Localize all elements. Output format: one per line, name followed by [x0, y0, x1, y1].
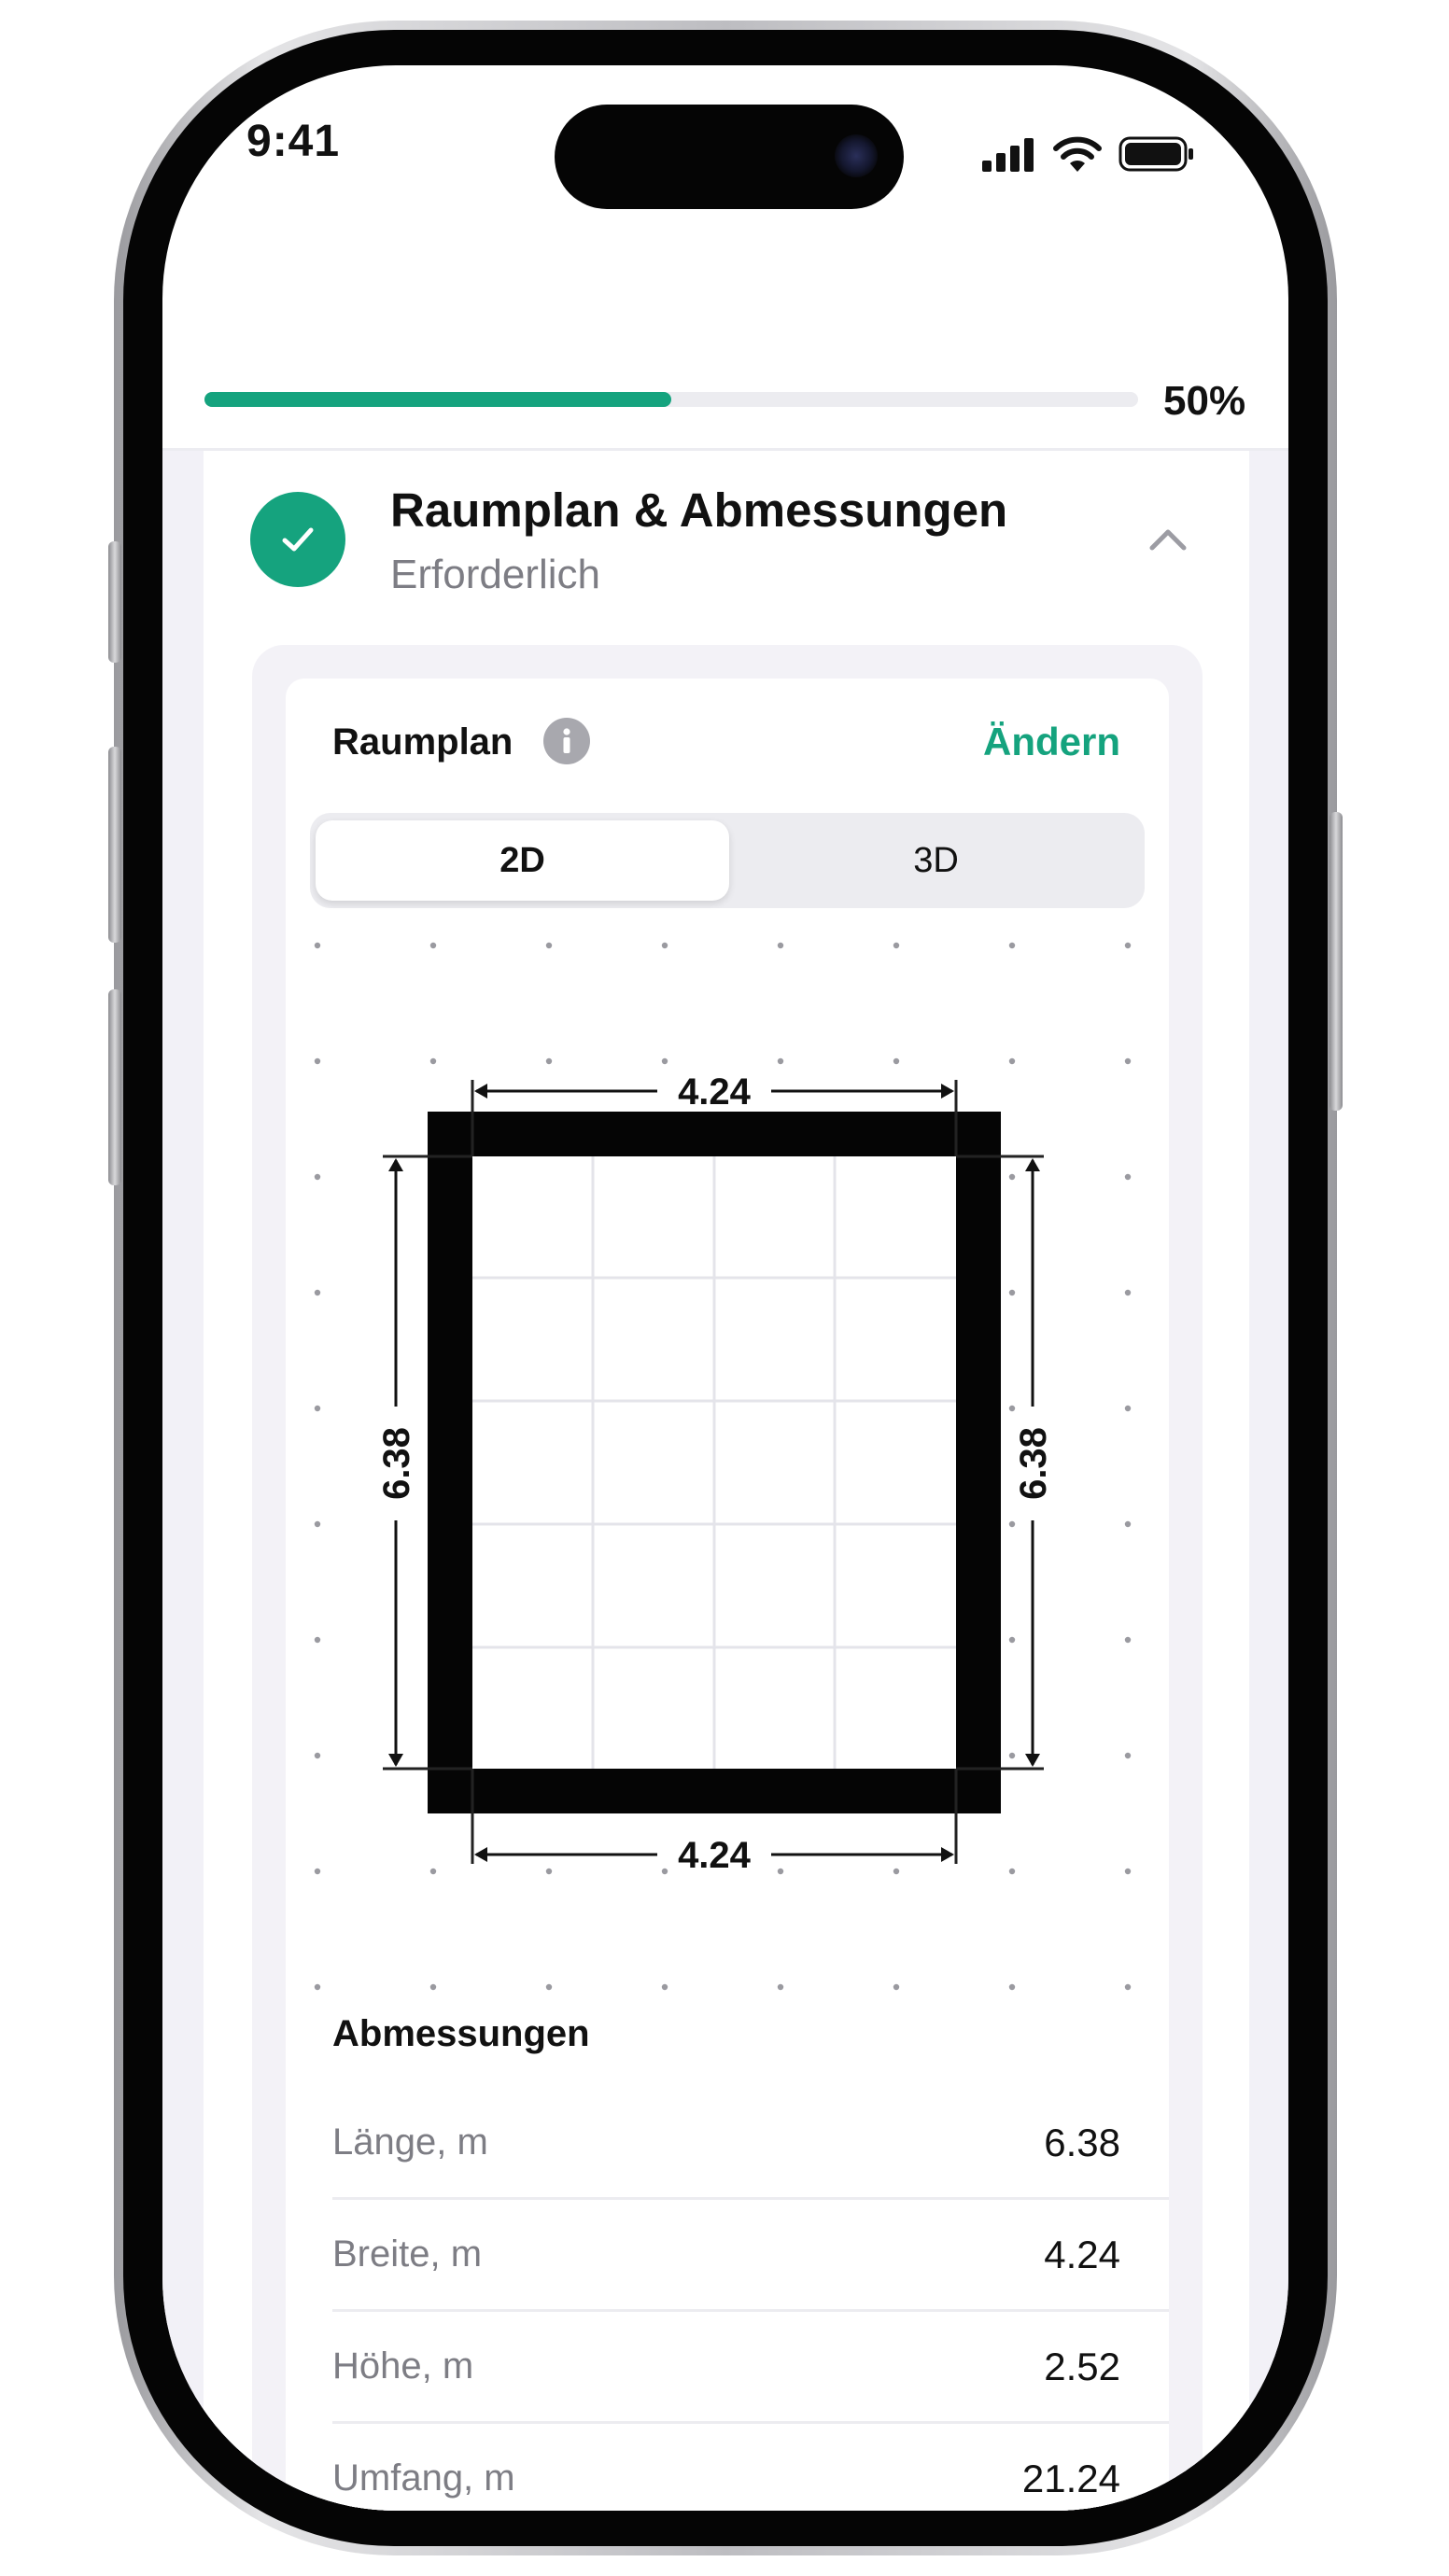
toggle-2d[interactable]: 2D: [316, 820, 729, 901]
grid-dot: [1124, 1057, 1132, 1065]
dimension-label: Länge, m: [332, 2121, 488, 2163]
dimensions-list: Länge, m 6.38 Breite, m 4.24 Höhe, m 2.5…: [332, 2088, 1169, 2511]
grid-dot: [429, 1868, 437, 1875]
grid-dot: [314, 1405, 321, 1412]
dimension-bottom-label: 4.24: [678, 1835, 752, 1876]
grid-dot: [545, 1057, 553, 1065]
plan-card: Raumplan Ändern 2D 3D 4.24 4.24 6.38 6.3…: [286, 679, 1169, 2511]
grid-dot: [1008, 1520, 1016, 1528]
check-icon: [250, 492, 345, 587]
dimension-value: 21.24: [1021, 2456, 1120, 2500]
grid-dot: [429, 1057, 437, 1065]
plan-label: Raumplan: [332, 721, 513, 763]
wifi-icon: [1053, 136, 1102, 172]
dimension-label: Breite, m: [332, 2233, 483, 2275]
volume-down-button: [108, 989, 121, 1185]
floorplan: 4.24 4.24 6.38 6.38: [314, 942, 1132, 1991]
grid-dot: [661, 1868, 668, 1875]
grid-dot: [314, 1520, 321, 1528]
grid-dot: [314, 1636, 321, 1644]
grid-dot: [429, 1983, 437, 1991]
grid-dot: [661, 1057, 668, 1065]
grid-dot: [1008, 1173, 1016, 1181]
grid-dot: [314, 942, 321, 949]
dimensions-title: Abmessungen: [332, 2013, 590, 2054]
grid-dot: [314, 1057, 321, 1065]
dimension-row-length: Länge, m 6.38: [332, 2088, 1169, 2200]
dimension-row-width: Breite, m 4.24: [332, 2200, 1169, 2312]
section-card: Raumplan & Abmessungen Erforderlich Raum…: [204, 451, 1249, 2511]
grid-dot: [777, 1983, 784, 1991]
progress-percent: 50%: [1163, 378, 1246, 424]
grid-dot: [1008, 1752, 1016, 1759]
grid-dot: [1008, 942, 1016, 949]
grid-dot: [545, 1983, 553, 1991]
grid-dot: [893, 942, 900, 949]
dynamic-island: [555, 105, 904, 209]
grid-dot: [1008, 1405, 1016, 1412]
grid-dot: [1124, 942, 1132, 949]
camera-icon: [835, 134, 878, 177]
grid-dot: [1008, 1868, 1016, 1875]
grid-dot: [661, 942, 668, 949]
grid-dot: [893, 1983, 900, 1991]
dimension-label: Höhe, m: [332, 2345, 474, 2387]
grid-dot: [1008, 1983, 1016, 1991]
chevron-up-icon[interactable]: [1147, 518, 1189, 561]
dimension-value: 4.24: [1044, 2232, 1120, 2276]
dimension-top-label: 4.24: [678, 1071, 752, 1113]
dimension-row-perimeter: Umfang, m 21.24: [332, 2424, 1169, 2511]
grid-dot: [1008, 1057, 1016, 1065]
status-time: 9:41: [246, 117, 341, 166]
dimension-label: Umfang, m: [332, 2457, 515, 2499]
change-link[interactable]: Ändern: [983, 720, 1120, 764]
grid-dot: [1124, 1173, 1132, 1181]
grid-dot: [1124, 1868, 1132, 1875]
grid-dot: [893, 1868, 900, 1875]
grid-dot: [661, 1983, 668, 1991]
grid-dot: [314, 1752, 321, 1759]
toggle-3d[interactable]: 3D: [729, 820, 1143, 901]
section-subtitle: Erforderlich: [390, 552, 600, 597]
view-toggle: 2D 3D: [310, 813, 1145, 908]
dimension-right-label: 6.38: [1013, 1427, 1054, 1500]
grid-dot: [1008, 1636, 1016, 1644]
phone-screen: 9:41 50% Raumplan & Abmessungen Erforder…: [162, 65, 1288, 2511]
status-icons: [982, 136, 1195, 172]
dimension-left-label: 6.38: [376, 1427, 417, 1500]
action-button: [108, 541, 121, 663]
grid-dot: [893, 1057, 900, 1065]
dimension-row-height: Höhe, m 2.52: [332, 2312, 1169, 2424]
progress-bar: [204, 392, 1138, 407]
grid-dot: [314, 1983, 321, 1991]
plan-card-wrapper: Raumplan Ändern 2D 3D 4.24 4.24 6.38 6.3…: [252, 645, 1203, 2511]
grid-dot: [1124, 1983, 1132, 1991]
battery-icon: [1118, 136, 1193, 172]
grid-dot: [429, 942, 437, 949]
grid-dot: [1124, 1289, 1132, 1296]
grid-dot: [1124, 1520, 1132, 1528]
grid-dot: [777, 1057, 784, 1065]
info-icon[interactable]: [543, 718, 590, 764]
dimension-value: 2.52: [1044, 2344, 1120, 2388]
grid-dot: [314, 1868, 321, 1875]
grid-dot: [777, 1868, 784, 1875]
content-area: Raumplan & Abmessungen Erforderlich Raum…: [162, 451, 1288, 2511]
grid-dot: [314, 1289, 321, 1296]
power-button: [1329, 812, 1343, 1111]
grid-dot: [314, 1173, 321, 1181]
grid-dot: [545, 942, 553, 949]
grid-dot: [1124, 1752, 1132, 1759]
section-title: Raumplan & Abmessungen: [390, 483, 1008, 537]
dimension-value: 6.38: [1044, 2120, 1120, 2164]
grid-dot: [545, 1868, 553, 1875]
grid-dot: [1008, 1289, 1016, 1296]
grid-dot: [777, 942, 784, 949]
cellular-signal-icon: [982, 138, 1034, 172]
grid-dot: [1124, 1405, 1132, 1412]
volume-up-button: [108, 747, 121, 943]
grid-dot: [1124, 1636, 1132, 1644]
progress-fill: [204, 392, 671, 407]
